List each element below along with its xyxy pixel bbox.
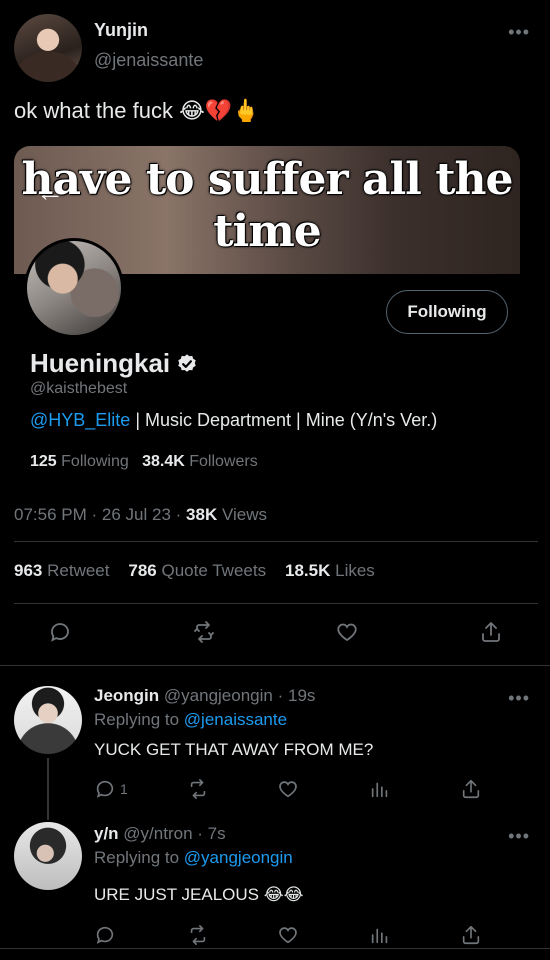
reply-author-handle[interactable]: @y/ntron xyxy=(123,824,192,843)
bio-mention-link[interactable]: @HYB_Elite xyxy=(30,410,130,430)
engagement-stats: 963 Retweet 786 Quote Tweets 18.5K Likes xyxy=(14,561,375,581)
profile-bio: @HYB_Elite | Music Department | Mine (Y/… xyxy=(30,410,437,431)
following-label: Following xyxy=(61,453,129,470)
divider xyxy=(0,665,550,666)
retweets-stat[interactable]: 963 Retweet xyxy=(14,561,109,580)
views-label: Views xyxy=(221,505,268,524)
retweet-icon[interactable] xyxy=(190,618,218,646)
replying-label: Replying to xyxy=(94,848,180,867)
tweet-date: 26 Jul 23 xyxy=(101,505,171,524)
retweet-label: Retweet xyxy=(47,561,110,580)
reply-author-name[interactable]: y/n xyxy=(94,824,119,843)
more-options-icon[interactable]: ••• xyxy=(508,688,530,709)
like-icon[interactable] xyxy=(277,924,299,946)
like-icon[interactable] xyxy=(277,778,299,800)
divider xyxy=(0,948,550,949)
replying-label: Replying to xyxy=(94,710,180,729)
retweet-icon[interactable] xyxy=(187,924,209,946)
reply-avatar[interactable] xyxy=(14,686,82,754)
replying-to-link[interactable]: @jenaissante xyxy=(184,710,287,729)
tweet-timestamp: 07:56 PM · 26 Jul 23 · 38K Views xyxy=(14,505,267,525)
divider xyxy=(14,603,538,604)
separator: · xyxy=(175,505,182,524)
likes-stat[interactable]: 18.5K Likes xyxy=(285,561,375,580)
author-handle[interactable]: @jenaissante xyxy=(94,50,203,71)
quote-count: 786 xyxy=(128,561,157,580)
thread-connector xyxy=(47,758,49,820)
more-options-icon[interactable]: ••• xyxy=(508,826,530,847)
followers-label: Followers xyxy=(189,453,258,470)
banner-text-line1: have to suffer all the xyxy=(21,154,513,205)
profile-name: Hueningkai xyxy=(30,348,171,378)
divider xyxy=(14,541,538,542)
reply-header: y/n @y/ntron · 7s xyxy=(94,824,226,844)
likes-label: Likes xyxy=(335,561,375,580)
tweet-time: 07:56 PM xyxy=(14,505,87,524)
following-button[interactable]: Following xyxy=(386,290,508,334)
following-count: 125 xyxy=(30,453,57,470)
views-count: 38K xyxy=(186,505,218,524)
reply-icon[interactable] xyxy=(46,618,74,646)
likes-count: 18.5K xyxy=(285,561,331,580)
reply-icon[interactable]: 1 xyxy=(94,778,128,800)
retweet-icon[interactable] xyxy=(187,778,209,800)
reply-time: 7s xyxy=(207,824,226,843)
verified-icon xyxy=(178,353,196,372)
retweet-count: 963 xyxy=(14,561,43,580)
reply-time: 19s xyxy=(288,686,316,705)
quotes-stat[interactable]: 786 Quote Tweets xyxy=(128,561,266,580)
like-icon[interactable] xyxy=(333,618,361,646)
more-options-icon[interactable]: ••• xyxy=(508,22,530,43)
reply-author-handle[interactable]: @yangjeongin xyxy=(164,686,273,705)
reply-text: URE JUST JEALOUS 😂😂 xyxy=(94,885,304,904)
replying-to: Replying to @yangjeongin xyxy=(94,848,293,868)
reply-avatar[interactable] xyxy=(14,822,82,890)
reply-count: 1 xyxy=(120,781,128,797)
reply-icon[interactable] xyxy=(94,924,116,946)
reply-text: YUCK GET THAT AWAY FROM ME? xyxy=(94,740,374,759)
reply-header: Jeongin @yangjeongin · 19s xyxy=(94,686,315,706)
profile-stats: 125 Following 38.4K Followers xyxy=(30,453,258,471)
share-icon[interactable] xyxy=(460,778,482,800)
separator: · xyxy=(197,824,203,843)
analytics-icon[interactable] xyxy=(369,924,391,946)
author-name[interactable]: Yunjin xyxy=(94,20,148,41)
author-avatar[interactable] xyxy=(14,14,82,82)
quote-label: Quote Tweets xyxy=(161,561,267,580)
share-icon[interactable] xyxy=(460,924,482,946)
share-icon[interactable] xyxy=(477,618,505,646)
bio-text: | Music Department | Mine (Y/n's Ver.) xyxy=(130,410,438,430)
analytics-icon[interactable] xyxy=(369,778,391,800)
separator: · xyxy=(91,505,98,524)
separator: · xyxy=(277,686,284,705)
followers-count: 38.4K xyxy=(142,453,185,470)
reply-author-name[interactable]: Jeongin xyxy=(94,686,159,705)
replying-to-link[interactable]: @yangjeongin xyxy=(184,848,293,867)
profile-handle: @kaisthebest xyxy=(30,380,128,397)
profile-name-row: Hueningkai xyxy=(30,348,198,379)
tweet-text: ok what the fuck 😂💔🖕 xyxy=(14,98,260,123)
profile-avatar xyxy=(24,238,124,338)
replying-to: Replying to @jenaissante xyxy=(94,710,287,730)
